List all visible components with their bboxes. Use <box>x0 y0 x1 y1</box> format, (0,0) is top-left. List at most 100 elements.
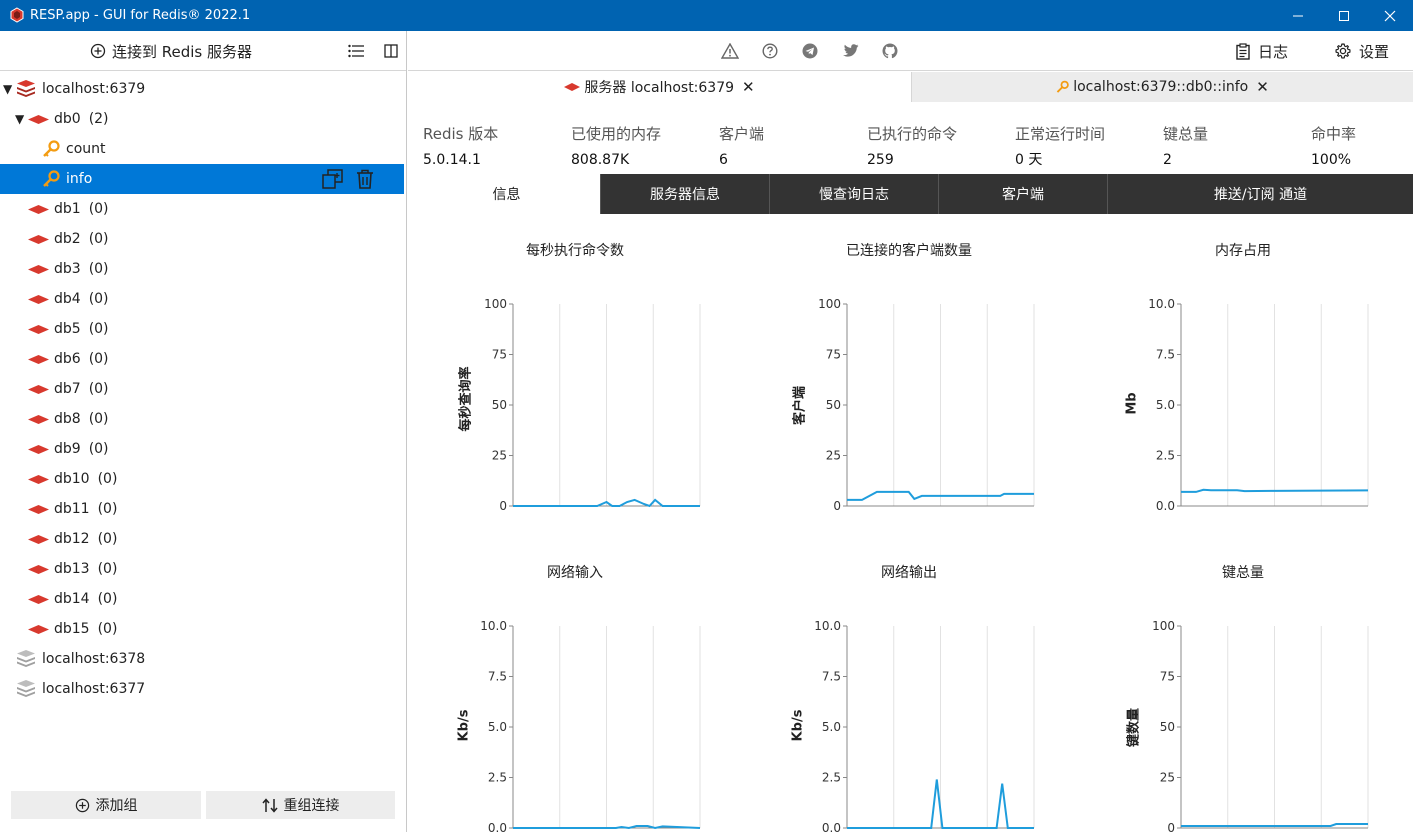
help-button[interactable] <box>761 42 779 60</box>
tab-key-info[interactable]: localhost:6379::db0::info ✕ <box>911 72 1413 102</box>
tree-db12[interactable]: db12 (0) <box>0 524 406 554</box>
log-button[interactable]: 日志 <box>1236 41 1288 61</box>
toggle-panel-button[interactable] <box>382 42 400 60</box>
close-window-button[interactable] <box>1367 0 1413 31</box>
subtab-clients[interactable]: 客户端 <box>938 174 1107 214</box>
server-stats: Redis 版本 5.0.14.1 已使用的内存 808.87K 客户端 6 已执行的命令 2… <box>423 123 1413 173</box>
tree-db14[interactable]: db14 (0) <box>0 584 406 614</box>
database-list: db1 (0) db2 (0) db3 (0) db4 (0) db5 (0) db6 (0) db7 (… <box>0 194 406 644</box>
database-icon <box>28 205 49 214</box>
chart-4: 网络输出Kb/s0.02.55.07.510.013:29...13:30...… <box>742 538 1076 832</box>
tree-db10[interactable]: db10 (0) <box>0 464 406 494</box>
tree-db0[interactable]: ▼ db0 (2) <box>0 104 406 134</box>
tree-db8[interactable]: db8 (0) <box>0 404 406 434</box>
twitter-button[interactable] <box>841 42 859 60</box>
tree-db5[interactable]: db5 (0) <box>0 314 406 344</box>
plus-circle-icon <box>75 798 89 812</box>
log-label: 日志 <box>1258 42 1289 61</box>
tree-server-localhost-6378[interactable]: localhost:6378 <box>0 644 406 674</box>
stat-value: 0 天 <box>1015 152 1043 168</box>
db-count: (0) <box>88 351 109 367</box>
server-stack-icon <box>17 680 35 697</box>
connections-toolbar: 连接到 Redis 服务器 <box>0 31 406 71</box>
tree-db7[interactable]: db7 (0) <box>0 374 406 404</box>
tree-db1[interactable]: db1 (0) <box>0 194 406 224</box>
settings-button[interactable]: 设置 <box>1335 41 1389 61</box>
key-icon <box>43 140 60 157</box>
chart-5: 键总量键数量025507510013:29...13:30...13:30...… <box>1076 538 1410 832</box>
maximize-button[interactable] <box>1321 0 1367 31</box>
copy-key-icon[interactable] <box>322 169 344 189</box>
subtab-slowlog[interactable]: 慢查询日志 <box>769 174 938 214</box>
db-count: (0) <box>88 441 109 457</box>
connect-to-redis-button[interactable]: 连接到 Redis 服务器 <box>90 41 252 61</box>
db-label: db3 <box>54 261 81 277</box>
list-icon <box>348 44 364 58</box>
subtab-label: 信息 <box>492 187 521 203</box>
db-label: db8 <box>54 411 81 427</box>
list-view-button[interactable] <box>347 42 365 60</box>
telegram-button[interactable] <box>801 42 819 60</box>
tree-server-localhost-6377[interactable]: localhost:6377 <box>0 674 406 704</box>
subtab-pubsub[interactable]: 推送/订阅 通道 <box>1107 174 1413 214</box>
database-icon <box>28 325 49 334</box>
github-button[interactable] <box>881 42 899 60</box>
server-label: localhost:6378 <box>42 651 146 667</box>
stat-key: 命中率 <box>1311 125 1357 143</box>
server-subtabs: 信息 服务器信息 慢查询日志 客户端 推送/订阅 通道 <box>413 174 1413 214</box>
y-tick-label: 50 <box>1160 720 1175 734</box>
tree-db13[interactable]: db13 (0) <box>0 554 406 584</box>
subtab-label: 服务器信息 <box>650 187 720 203</box>
tree-db9[interactable]: db9 (0) <box>0 434 406 464</box>
y-tick-label: 5.0 <box>822 720 841 734</box>
y-tick-label: 50 <box>492 398 507 412</box>
key-icon <box>43 170 60 187</box>
db-label: db14 <box>54 591 90 607</box>
db-count: (0) <box>97 501 118 517</box>
key-label: info <box>66 171 93 187</box>
tree-key-info[interactable]: info <box>0 164 404 194</box>
database-icon <box>28 265 49 274</box>
tree-db4[interactable]: db4 (0) <box>0 284 406 314</box>
db-count: (0) <box>88 201 109 217</box>
minimize-button[interactable] <box>1275 0 1321 31</box>
add-group-button[interactable]: 添加组 <box>11 791 201 819</box>
chart-plot: 025507510013:29...13:30...13:30...13:31.… <box>818 297 1057 516</box>
redis-server-icon <box>17 80 35 97</box>
stat-key: 正常运行时间 <box>1015 125 1106 143</box>
close-tab-icon[interactable]: ✕ <box>742 78 755 96</box>
y-tick-label: 75 <box>1160 670 1175 684</box>
chart-1: 已连接的客户端数量客户端025507510013:29...13:30...13… <box>742 216 1076 516</box>
tree-db6[interactable]: db6 (0) <box>0 344 406 374</box>
stat-item: 键总量 2 <box>1163 123 1311 169</box>
tree-db11[interactable]: db11 (0) <box>0 494 406 524</box>
report-issue-button[interactable] <box>721 42 739 60</box>
x-tick-label: 13:30... <box>917 515 963 516</box>
subtab-server-info[interactable]: 服务器信息 <box>600 174 769 214</box>
db-label: db11 <box>54 501 90 517</box>
database-icon <box>28 505 49 514</box>
delete-key-icon[interactable] <box>356 169 374 189</box>
chart-plot: 025507510013:29...13:30...13:30...13:31.… <box>1152 619 1369 832</box>
tree-db2[interactable]: db2 (0) <box>0 224 406 254</box>
x-tick-label: 13:30... <box>537 515 583 516</box>
title-bar: RESP.app - GUI for Redis® 2022.1 <box>0 0 1413 31</box>
close-tab-icon[interactable]: ✕ <box>1256 78 1269 96</box>
x-tick-label: 13:29... <box>1158 515 1204 516</box>
database-icon <box>28 115 49 124</box>
stat-value: 6 <box>719 152 728 168</box>
subtab-info[interactable]: 信息 <box>413 174 600 214</box>
expand-arrow-icon[interactable]: ▼ <box>3 74 12 104</box>
document-tabs: 服务器 localhost:6379 ✕ localhost:6379::db0… <box>408 72 1413 102</box>
tab-server-info[interactable]: 服务器 localhost:6379 ✕ <box>408 72 911 102</box>
tree-db15[interactable]: db15 (0) <box>0 614 406 644</box>
expand-arrow-icon[interactable]: ▼ <box>15 104 24 134</box>
close-icon <box>1384 10 1396 21</box>
tree-db3[interactable]: db3 (0) <box>0 254 406 284</box>
stat-value: 808.87K <box>571 152 630 168</box>
tree-server-localhost-6379[interactable]: ▼ localhost:6379 <box>0 74 406 104</box>
tree-key-count[interactable]: count <box>0 134 406 164</box>
db-count: (0) <box>88 231 109 247</box>
x-tick-label: 13:32... <box>677 515 723 516</box>
regroup-connections-button[interactable]: 重组连接 <box>206 791 395 819</box>
